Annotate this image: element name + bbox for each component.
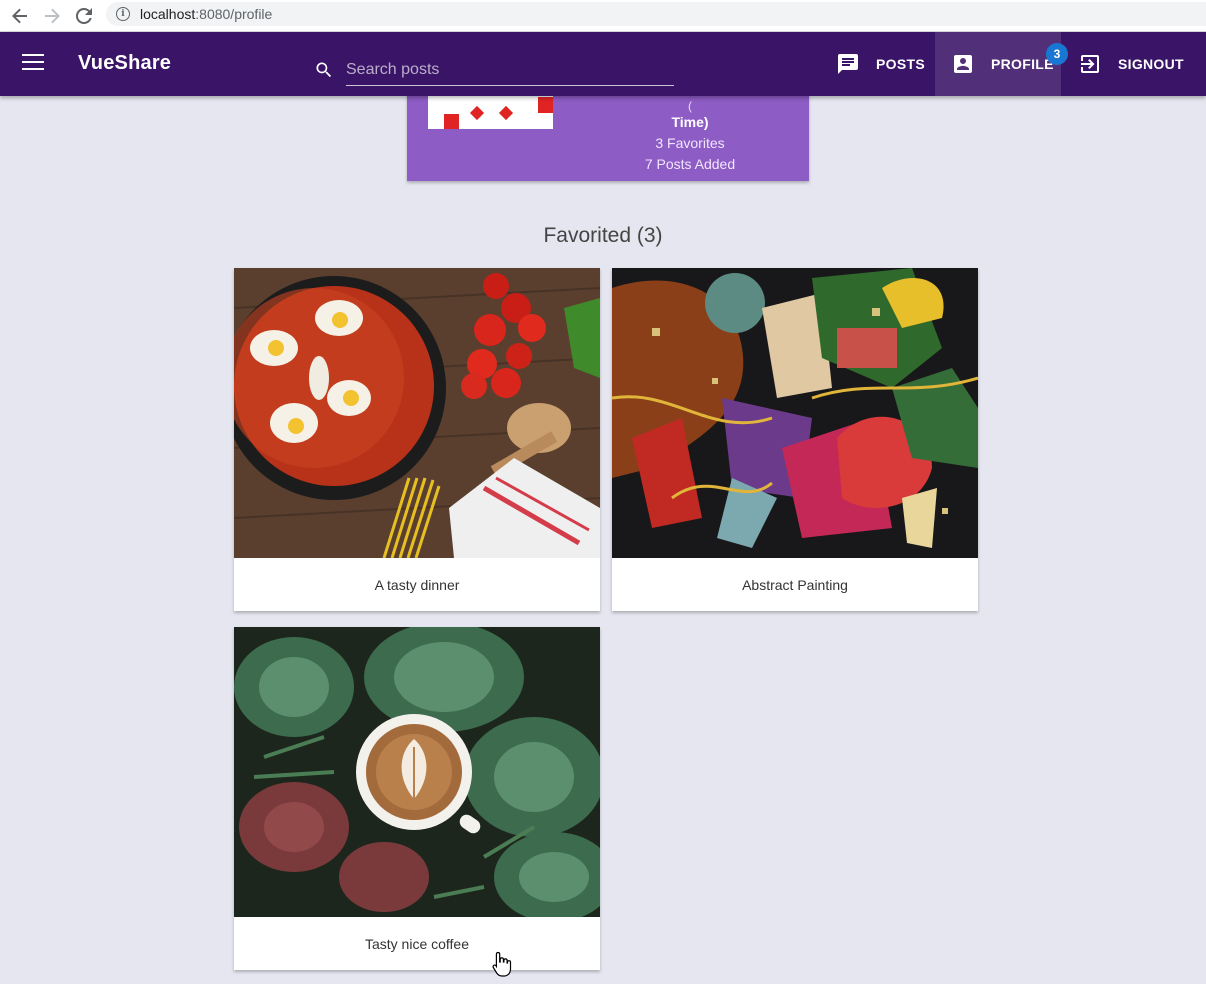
nav-posts-label: POSTS <box>876 56 925 72</box>
app-title[interactable]: VueShare <box>78 52 171 75</box>
search-input[interactable] <box>346 54 674 86</box>
post-image[interactable] <box>612 268 978 558</box>
nav-profile-label: PROFILE <box>991 56 1054 72</box>
address-bar[interactable]: i localhost:8080/profile <box>106 2 1206 26</box>
nav-signout-button[interactable]: SIGNOUT <box>1064 32 1194 96</box>
search-icon <box>316 62 332 78</box>
favorited-count: (3) <box>636 224 663 247</box>
exit-icon <box>1081 55 1099 73</box>
post-card[interactable]: A tasty dinner <box>234 268 600 611</box>
account-box-icon <box>954 55 972 73</box>
reload-icon[interactable] <box>68 0 100 32</box>
nav-posts-button[interactable]: POSTS <box>822 32 934 96</box>
profile-posts-count: 7 Posts Added <box>644 156 736 172</box>
post-image[interactable] <box>234 627 600 917</box>
browser-toolbar: i localhost:8080/profile <box>0 0 1206 32</box>
url-path: :8080/profile <box>195 6 273 22</box>
back-icon[interactable] <box>4 0 36 32</box>
post-caption: Tasty nice coffee <box>364 935 470 952</box>
info-icon[interactable]: i <box>116 7 130 21</box>
hand-cursor-icon <box>492 951 512 977</box>
profile-info: ( Time) 3 Favorites 7 Posts Added <box>615 100 765 175</box>
nav-signout-label: SIGNOUT <box>1118 56 1184 72</box>
post-card[interactable]: Abstract Painting <box>612 268 978 611</box>
url-host: localhost <box>140 6 196 22</box>
app-toolbar: VueShare POSTS PROFILE SIGNOUT <box>0 32 1206 96</box>
favorited-heading-label: Favorited <box>543 224 632 247</box>
menu-icon[interactable] <box>22 54 44 72</box>
profile-favorites-count: 3 Favorites <box>655 135 725 151</box>
profile-badge: 3 <box>1046 43 1068 65</box>
post-caption: A tasty dinner <box>374 576 460 593</box>
post-caption: Abstract Painting <box>742 576 848 593</box>
forward-icon[interactable] <box>36 0 68 32</box>
profile-paren: ( <box>688 99 692 113</box>
profile-joined-time: Time) <box>671 114 709 130</box>
chat-icon <box>838 54 858 74</box>
post-image[interactable] <box>234 268 600 558</box>
favorited-heading: Favorited (3) <box>0 224 1206 248</box>
nav-profile-button[interactable]: PROFILE <box>935 32 1061 96</box>
post-card[interactable]: Tasty nice coffee <box>234 627 600 970</box>
search-bar <box>314 54 674 86</box>
